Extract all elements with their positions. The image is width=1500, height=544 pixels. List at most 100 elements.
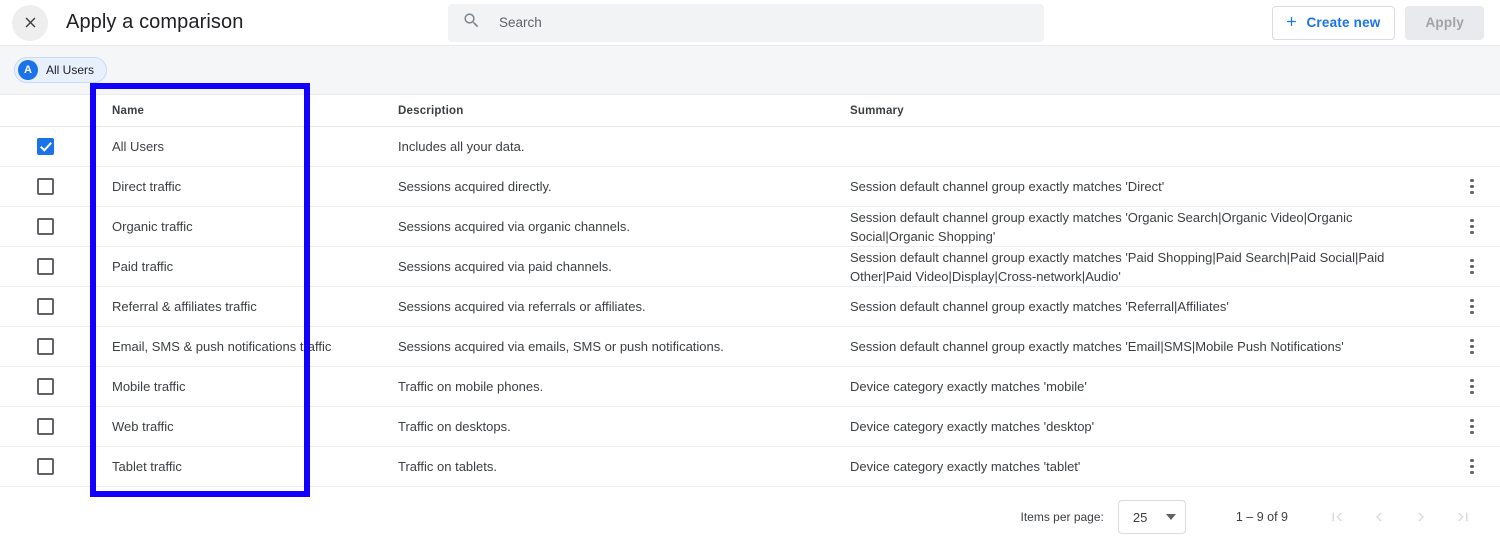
row-checkbox[interactable] <box>36 418 54 435</box>
row-name: Paid traffic <box>112 259 174 274</box>
row-more-options-icon[interactable] <box>1444 418 1500 435</box>
row-checkbox[interactable] <box>36 338 54 355</box>
row-checkbox[interactable] <box>36 138 54 155</box>
close-icon <box>22 14 39 31</box>
row-description: Traffic on desktops. <box>398 419 511 434</box>
previous-page-button[interactable] <box>1364 502 1394 532</box>
row-summary: Device category exactly matches 'mobile' <box>850 379 1087 394</box>
selected-comparisons-bar: A All Users <box>0 46 1500 95</box>
table-row[interactable]: Organic traffic Sessions acquired via or… <box>0 207 1500 247</box>
row-name: All Users <box>112 139 165 154</box>
first-page-icon <box>1328 508 1346 526</box>
row-more-options-icon[interactable] <box>1444 458 1500 475</box>
table-row[interactable]: Direct traffic Sessions acquired directl… <box>0 167 1500 207</box>
table-row[interactable]: Paid traffic Sessions acquired via paid … <box>0 247 1500 287</box>
row-menu-cell <box>1444 338 1500 355</box>
row-checkbox[interactable] <box>36 218 54 235</box>
row-select-cell <box>0 178 90 195</box>
app-header: Apply a comparison Create new Apply <box>0 0 1500 46</box>
table-row[interactable]: Email, SMS & push notifications traffic … <box>0 327 1500 367</box>
row-checkbox[interactable] <box>36 258 54 275</box>
row-name: Mobile traffic <box>112 379 186 394</box>
row-summary: Device category exactly matches 'desktop… <box>850 419 1095 434</box>
row-menu-cell <box>1444 258 1500 275</box>
create-new-button[interactable]: Create new <box>1272 5 1396 40</box>
header-actions: Create new Apply <box>1272 5 1484 40</box>
row-checkbox[interactable] <box>36 178 54 195</box>
row-name: Direct traffic <box>112 179 182 194</box>
chevron-down-icon <box>1165 514 1176 520</box>
row-name: Email, SMS & push notifications traffic <box>112 339 332 354</box>
row-menu-cell <box>1444 298 1500 315</box>
row-summary: Session default channel group exactly ma… <box>850 249 1385 284</box>
row-more-options-icon[interactable] <box>1444 258 1500 275</box>
row-checkbox[interactable] <box>36 378 54 395</box>
table-row[interactable]: All Users Includes all your data. <box>0 127 1500 167</box>
table-row[interactable]: Tablet traffic Traffic on tablets. Devic… <box>0 447 1500 487</box>
row-summary: Session default channel group exactly ma… <box>850 299 1229 314</box>
plus-icon <box>1284 14 1299 32</box>
next-page-button[interactable] <box>1406 502 1436 532</box>
table-row[interactable]: Mobile traffic Traffic on mobile phones.… <box>0 367 1500 407</box>
search-input[interactable] <box>499 15 1030 30</box>
row-select-cell <box>0 378 90 395</box>
pagination-arrows <box>1322 502 1478 532</box>
row-more-options-icon[interactable] <box>1444 218 1500 235</box>
comparison-chip-all-users[interactable]: A All Users <box>14 57 108 83</box>
pagination: Items per page: 25 1 – 9 of 9 <box>0 487 1500 534</box>
last-page-button[interactable] <box>1448 502 1478 532</box>
row-more-options-icon[interactable] <box>1444 378 1500 395</box>
create-new-label: Create new <box>1306 15 1381 30</box>
row-summary: Session default channel group exactly ma… <box>850 339 1344 354</box>
items-per-page-label: Items per page: <box>1020 510 1104 524</box>
items-per-page-select[interactable]: 25 <box>1117 500 1186 534</box>
search-icon <box>462 11 481 35</box>
comparisons-table: Name Description Summary All Users Inclu… <box>0 95 1500 487</box>
items-per-page-value: 25 <box>1132 509 1148 525</box>
row-menu-cell <box>1444 218 1500 235</box>
row-menu-cell <box>1444 458 1500 475</box>
table-row[interactable]: Referral & affiliates traffic Sessions a… <box>0 287 1500 327</box>
apply-button[interactable]: Apply <box>1405 5 1484 40</box>
row-name: Tablet traffic <box>112 459 182 474</box>
chip-label: All Users <box>46 63 95 77</box>
row-summary: Device category exactly matches 'tablet' <box>850 459 1081 474</box>
row-more-options-icon[interactable] <box>1444 298 1500 315</box>
row-description: Sessions acquired via paid channels. <box>398 259 612 274</box>
first-page-button[interactable] <box>1322 502 1352 532</box>
row-summary: Session default channel group exactly ma… <box>850 209 1353 244</box>
row-select-cell <box>0 298 90 315</box>
header-cell-name: Name <box>112 104 145 117</box>
chevron-left-icon <box>1370 508 1388 526</box>
row-select-cell <box>0 258 90 275</box>
table-row[interactable]: Web traffic Traffic on desktops. Device … <box>0 407 1500 447</box>
row-select-cell <box>0 138 90 155</box>
row-name: Organic traffic <box>112 219 193 234</box>
row-description: Includes all your data. <box>398 139 525 154</box>
header-cell-summary: Summary <box>850 104 904 117</box>
search-box[interactable] <box>448 3 1044 42</box>
row-description: Sessions acquired via emails, SMS or pus… <box>398 339 724 354</box>
table-header-row: Name Description Summary <box>0 95 1500 127</box>
row-menu-cell <box>1444 178 1500 195</box>
pagination-range-label: 1 – 9 of 9 <box>1235 510 1288 524</box>
row-description: Traffic on tablets. <box>398 459 497 474</box>
row-checkbox[interactable] <box>36 458 54 475</box>
row-menu-cell <box>1444 418 1500 435</box>
chevron-right-icon <box>1412 508 1430 526</box>
row-select-cell <box>0 338 90 355</box>
row-menu-cell <box>1444 378 1500 395</box>
row-more-options-icon[interactable] <box>1444 178 1500 195</box>
row-description: Sessions acquired via referrals or affil… <box>398 299 646 314</box>
row-select-cell <box>0 418 90 435</box>
row-summary: Session default channel group exactly ma… <box>850 179 1165 194</box>
row-name: Web traffic <box>112 419 174 434</box>
last-page-icon <box>1454 508 1472 526</box>
row-description: Traffic on mobile phones. <box>398 379 544 394</box>
close-button[interactable] <box>12 4 48 41</box>
row-name: Referral & affiliates traffic <box>112 299 257 314</box>
row-checkbox[interactable] <box>36 298 54 315</box>
row-description: Sessions acquired directly. <box>398 179 552 194</box>
row-more-options-icon[interactable] <box>1444 338 1500 355</box>
row-select-cell <box>0 218 90 235</box>
